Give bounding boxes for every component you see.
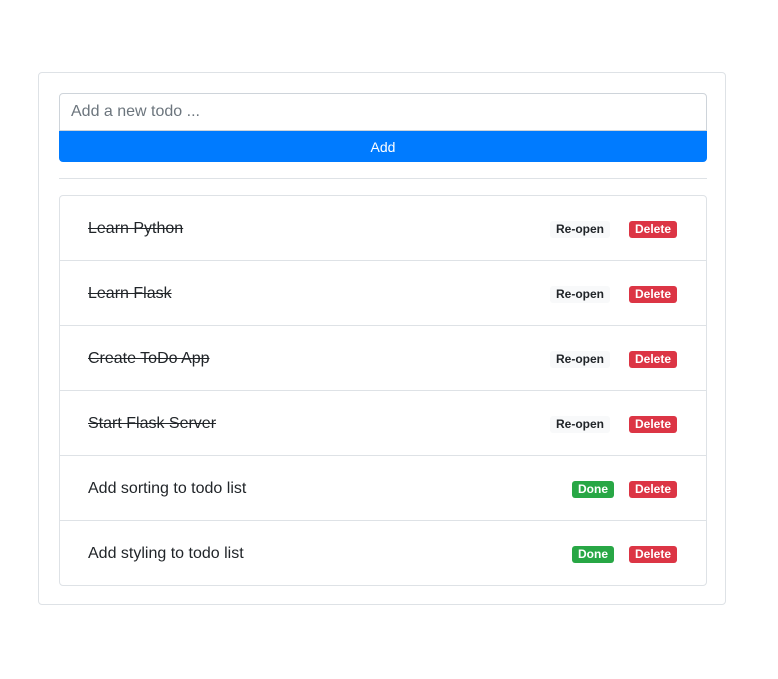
delete-button[interactable]: Delete [629,286,678,303]
todo-list: Learn Python Re-open Delete Learn Flask … [59,195,707,586]
todo-text: Add sorting to todo list [88,480,247,497]
reopen-button[interactable]: Re-open [550,286,610,303]
delete-button[interactable]: Delete [629,221,678,238]
reopen-button[interactable]: Re-open [550,351,610,368]
todo-text: Add styling to todo list [88,545,244,562]
done-button[interactable]: Done [572,546,614,563]
todo-text: Create ToDo App [88,350,210,367]
delete-button[interactable]: Delete [629,546,678,563]
list-item: Add styling to todo list Done Delete [60,521,706,585]
list-item: Start Flask Server Re-open Delete [60,391,706,456]
reopen-button[interactable]: Re-open [550,221,610,238]
list-item: Add sorting to todo list Done Delete [60,456,706,521]
list-item: Create ToDo App Re-open Delete [60,326,706,391]
delete-button[interactable]: Delete [629,481,678,498]
new-todo-input[interactable] [59,93,707,131]
todo-text: Learn Python [88,220,184,237]
todo-card: Add Learn Python Re-open Delete Learn Fl… [38,72,726,605]
delete-button[interactable]: Delete [629,416,678,433]
todo-text: Start Flask Server [88,415,217,432]
list-item: Learn Python Re-open Delete [60,196,706,261]
add-button[interactable]: Add [59,131,707,162]
done-button[interactable]: Done [572,481,614,498]
divider [59,178,707,179]
reopen-button[interactable]: Re-open [550,416,610,433]
todo-text: Learn Flask [88,285,172,302]
list-item: Learn Flask Re-open Delete [60,261,706,326]
delete-button[interactable]: Delete [629,351,678,368]
